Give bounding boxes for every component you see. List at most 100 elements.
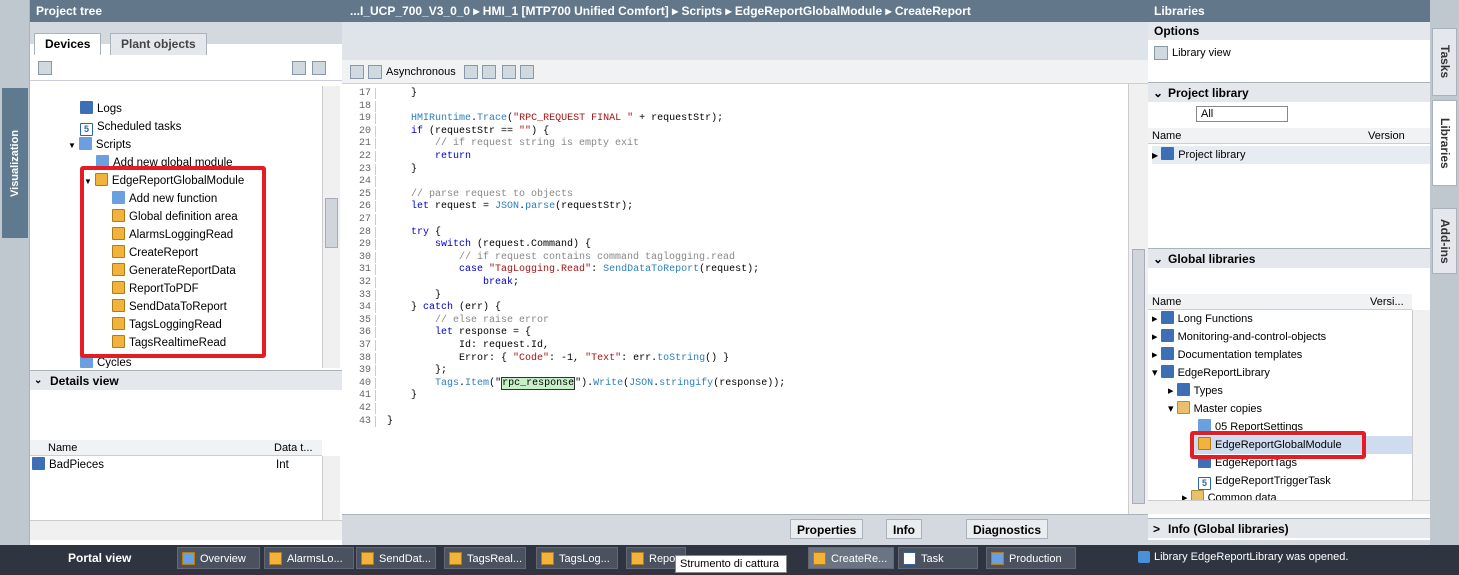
code-line[interactable]: case "TagLogging.Read": SendDataToReport… xyxy=(387,264,759,275)
script-icon[interactable] xyxy=(350,65,364,79)
code-line[interactable]: } xyxy=(387,416,393,427)
tree-item-scripts[interactable]: ▼ Scripts xyxy=(68,136,131,154)
tab-devices[interactable]: Devices xyxy=(34,33,102,56)
taskbar-tagslog[interactable]: TagsLog... xyxy=(536,547,618,569)
right-tab-strip: Tasks Libraries Add-ins xyxy=(1430,0,1459,545)
tree-item-scheduled-tasks[interactable]: 5 Scheduled tasks xyxy=(80,118,181,136)
code-line[interactable]: } xyxy=(387,390,417,401)
details-hscrollbar[interactable] xyxy=(30,520,342,540)
scrollbar-thumb[interactable] xyxy=(325,198,338,248)
code-line[interactable]: return xyxy=(387,151,471,162)
expand-down-icon[interactable]: ▼ xyxy=(68,141,76,150)
tab-plant-objects[interactable]: Plant objects xyxy=(110,33,207,55)
tab-properties[interactable]: Properties xyxy=(790,519,864,539)
format-icon[interactable] xyxy=(464,65,478,79)
tree-scrollbar[interactable] xyxy=(322,86,340,368)
code-line[interactable]: switch (request.Command) { xyxy=(387,239,591,250)
code-scrollbar-thumb[interactable] xyxy=(1132,249,1145,504)
taskbar-alarmslo[interactable]: AlarmsLo... xyxy=(264,547,354,569)
code-line[interactable]: HMIRuntime.Trace("RPC_REQUEST FINAL " + … xyxy=(387,113,723,124)
code-line[interactable]: let response = { xyxy=(387,327,531,338)
taskbar-overview[interactable]: Overview xyxy=(177,547,260,569)
global-library-hscrollbar[interactable] xyxy=(1148,500,1430,514)
global-library-scrollbar[interactable] xyxy=(1412,310,1430,500)
tab-libraries[interactable]: Libraries xyxy=(1432,100,1457,186)
project-tree-tabs: Devices Plant objects xyxy=(30,22,342,56)
col-name[interactable]: Name xyxy=(1152,128,1181,144)
task-icon: 5 xyxy=(1198,477,1211,490)
code-line[interactable]: break; xyxy=(387,277,519,288)
tab-add-ins[interactable]: Add-ins xyxy=(1432,208,1457,274)
code-line[interactable]: Error: { "Code": -1, "Text": err.toStrin… xyxy=(387,353,729,364)
details-scrollbar[interactable] xyxy=(322,456,340,520)
global-lib-item[interactable]: ▾ Master copies xyxy=(1168,400,1262,418)
project-library-header[interactable]: ⌄ Project library xyxy=(1148,82,1430,102)
collapse-icon[interactable]: ⌄ xyxy=(1153,83,1163,103)
taskbar-production[interactable]: Production xyxy=(986,547,1076,569)
code-line[interactable]: } xyxy=(387,290,441,301)
library-view-toggle[interactable]: Library view xyxy=(1154,44,1231,62)
code-line[interactable]: // if request contains command tagloggin… xyxy=(387,252,735,263)
code-line[interactable]: } xyxy=(387,164,417,175)
code-line[interactable]: if (requestStr == "") { xyxy=(387,126,549,137)
comment-icon[interactable] xyxy=(482,65,496,79)
visualization-tab[interactable]: Visualization xyxy=(2,88,28,238)
code-line[interactable]: try { xyxy=(387,227,441,238)
code-line[interactable]: // if request string is empty exit xyxy=(387,138,639,149)
editor-top-area xyxy=(342,22,1148,60)
taskbar-tagsreal[interactable]: TagsReal... xyxy=(444,547,526,569)
code-line[interactable]: } catch (err) { xyxy=(387,302,501,313)
breakpoint-icon[interactable] xyxy=(520,65,534,79)
col-type[interactable]: Data t... xyxy=(274,440,313,456)
library-item-label: Project library xyxy=(1178,149,1246,161)
code-line[interactable]: Id: request.Id, xyxy=(387,340,549,351)
expand-right-icon[interactable]: ▶ xyxy=(1152,151,1158,160)
code-editor[interactable]: 17 } 18 19 HMIRuntime.Trace("RPC_REQUEST F… xyxy=(342,84,1128,514)
taskbar-senddat[interactable]: SendDat... xyxy=(356,547,436,569)
tab-info[interactable]: Info xyxy=(886,519,922,539)
tab-diagnostics[interactable]: Diagnostics xyxy=(966,519,1049,539)
portal-view-button[interactable]: Portal view xyxy=(46,547,166,569)
libraries-panel: Options Library view ⌄ Project library Al… xyxy=(1148,22,1430,540)
library-filter-dropdown[interactable]: All xyxy=(1196,106,1288,122)
options-header[interactable]: Options xyxy=(1148,22,1430,40)
global-library-columns: Name Versi... xyxy=(1148,294,1412,310)
col-version[interactable]: Versi... xyxy=(1370,294,1404,310)
details-view-header[interactable]: ⌄ Details view xyxy=(30,370,342,390)
code-line[interactable]: // else raise error xyxy=(387,315,549,326)
code-line[interactable]: // parse request to objects xyxy=(387,189,573,200)
code-line[interactable]: } xyxy=(387,88,417,99)
async-label[interactable]: Asynchronous xyxy=(386,60,456,84)
global-libraries-header[interactable]: ⌄ Global libraries xyxy=(1148,248,1430,268)
taskbar-createre[interactable]: CreateRe... xyxy=(808,547,894,569)
col-name[interactable]: Name xyxy=(1152,294,1181,310)
taskbar-task[interactable]: Task xyxy=(898,547,978,569)
col-name[interactable]: Name xyxy=(48,440,77,456)
global-lib-item[interactable]: ▸ Documentation templates xyxy=(1152,346,1302,364)
chevron-right-icon[interactable]: > xyxy=(1153,519,1160,539)
async-icon[interactable] xyxy=(368,65,382,79)
project-library-item[interactable]: ▶ Project library xyxy=(1152,146,1430,164)
info-global-libraries-header[interactable]: > Info (Global libraries) xyxy=(1148,518,1430,538)
code-line[interactable]: let request = JSON.parse(requestStr); xyxy=(387,201,633,212)
code-line[interactable]: }; xyxy=(387,365,447,376)
collapse-icon[interactable]: ⌄ xyxy=(34,371,42,391)
details-row[interactable]: BadPieces Int xyxy=(30,456,322,474)
global-lib-item[interactable]: ▸ Long Functions xyxy=(1152,310,1253,328)
collapse-icon[interactable]: ⌄ xyxy=(1153,249,1163,269)
global-lib-item[interactable]: ▸ Monitoring-and-control-objects xyxy=(1152,328,1326,346)
tree-toolbar-icon[interactable] xyxy=(38,61,52,75)
global-lib-item[interactable]: ▸ Common data xyxy=(1182,490,1277,500)
global-lib-item[interactable]: ▸ Types xyxy=(1168,382,1223,400)
tab-tasks[interactable]: Tasks xyxy=(1432,28,1457,96)
col-version[interactable]: Version xyxy=(1368,128,1405,144)
tree-expand-icon[interactable] xyxy=(312,61,326,75)
tree-view-icon[interactable] xyxy=(292,61,306,75)
tree-item-logs[interactable]: Logs xyxy=(80,100,122,118)
code-line[interactable]: Tags.Item("rpc_response").Write(JSON.str… xyxy=(387,376,785,390)
global-lib-item[interactable]: 5 EdgeReportTriggerTask xyxy=(1198,472,1331,490)
code-scrollbar[interactable] xyxy=(1128,84,1148,514)
global-lib-item[interactable]: ▾ EdgeReportLibrary xyxy=(1152,364,1270,382)
overview-icon xyxy=(182,552,195,565)
debug-icon[interactable] xyxy=(502,65,516,79)
